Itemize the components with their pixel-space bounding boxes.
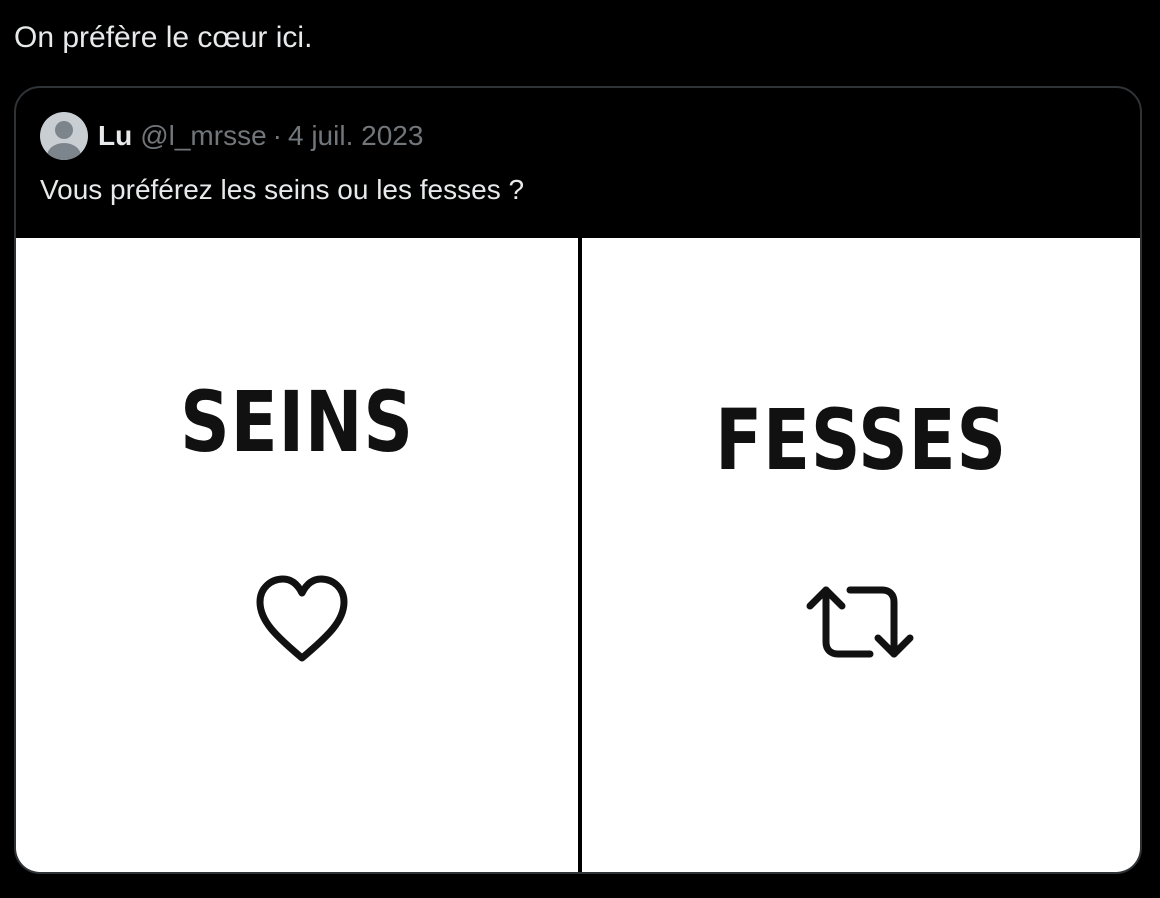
panel-label-seins: SEINS: [180, 373, 414, 471]
heart-icon: [256, 575, 348, 662]
quoted-tweet-date[interactable]: 4 juil. 2023: [288, 120, 423, 152]
quoted-tweet-header: Lu @l_mrsse · 4 juil. 2023: [40, 112, 423, 160]
retweet-icon: [806, 586, 914, 658]
author-handle[interactable]: @l_mrsse: [140, 120, 266, 152]
avatar[interactable]: [40, 112, 88, 160]
post-text: On préfère le cœur ici.: [14, 21, 313, 54]
quoted-tweet-media[interactable]: SEINS FESSES: [16, 238, 1140, 872]
quoted-tweet-text: Vous préférez les seins ou les fesses ?: [40, 174, 525, 205]
panel-label-fesses: FESSES: [715, 391, 1007, 489]
meta-separator: ·: [272, 120, 282, 151]
author-name[interactable]: Lu: [98, 120, 132, 152]
avatar-shoulders-shape: [47, 143, 81, 160]
avatar-head-shape: [55, 121, 73, 139]
media-panel-right[interactable]: FESSES: [582, 238, 1140, 872]
media-panel-left[interactable]: SEINS: [16, 238, 578, 872]
quoted-tweet-card[interactable]: Lu @l_mrsse · 4 juil. 2023 Vous préférez…: [14, 86, 1142, 874]
